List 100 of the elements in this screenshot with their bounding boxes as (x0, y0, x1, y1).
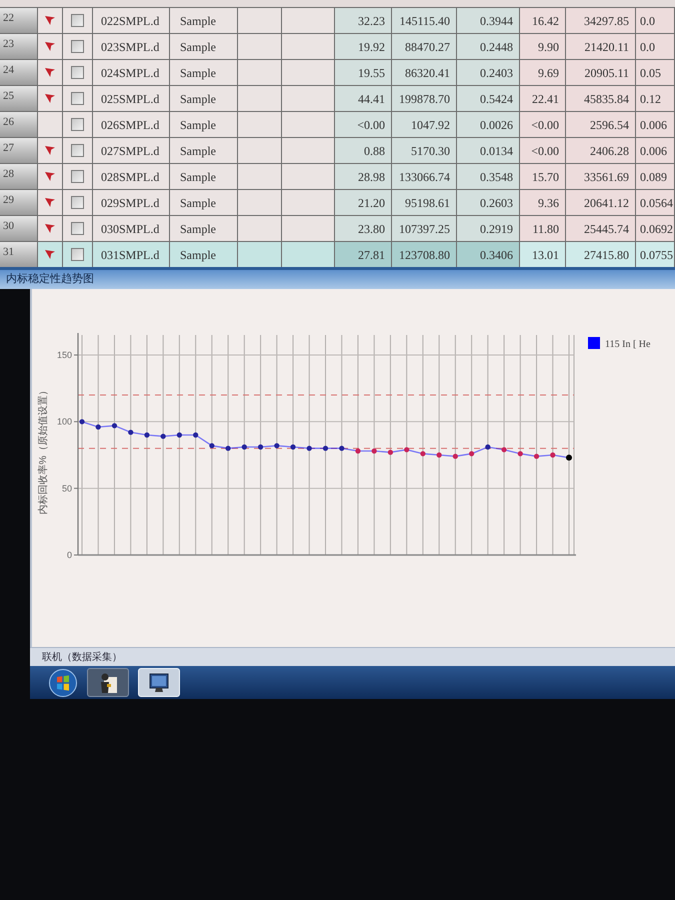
table-cell: 27.81 (335, 242, 392, 267)
table-cell: 20641.12 (566, 190, 636, 215)
start-button[interactable] (48, 668, 78, 698)
table-cell: 0.0 (636, 34, 675, 59)
table-cell: 23.80 (335, 216, 392, 241)
table-cell: 19.55 (335, 60, 392, 85)
checkbox[interactable] (71, 144, 84, 157)
figure-icon (99, 672, 117, 692)
table-cell: 44.41 (335, 86, 392, 111)
row-number: 28 (0, 164, 38, 189)
table-row[interactable]: 27 027SMPL.d Sample 0.88 5170.30 0.0134 <0.00 2406.28 0.006 (0, 137, 675, 163)
data-point (128, 430, 134, 435)
table-row[interactable]: 22 022SMPL.d Sample 32.23 145115.40 0.3944 16.42 34297.85 0.0 (0, 7, 675, 33)
table-cell: 21.20 (335, 190, 392, 215)
table-row[interactable]: 29 029SMPL.d Sample 21.20 95198.61 0.2603 9.36 20641.12 0.0564 (0, 189, 675, 215)
legend-label: 115 In [ He (605, 339, 650, 350)
table-cell: 2596.54 (566, 112, 636, 137)
table-cell: 0.0134 (457, 138, 520, 163)
table-cell: 88470.27 (392, 34, 457, 59)
data-point (322, 446, 328, 451)
table-cell: 0.2919 (457, 216, 520, 241)
data-point (306, 446, 312, 451)
table-row[interactable]: 31 031SMPL.d Sample 27.81 123708.80 0.3406 13.01 27415.80 0.0755 (0, 241, 675, 267)
row-number: 26 (0, 112, 38, 137)
data-point (534, 454, 540, 459)
table-cell: <0.00 (520, 112, 566, 137)
data-point (501, 447, 507, 452)
table-row[interactable]: 25 025SMPL.d Sample 44.41 199878.70 0.5424 22.41 45835.84 0.12 (0, 85, 675, 111)
axis-tick-label: 50 (62, 483, 72, 494)
table-cell: 32.23 (335, 8, 392, 33)
table-cell: 9.36 (520, 190, 566, 215)
table-cell: <0.00 (520, 138, 566, 163)
data-point (209, 443, 214, 448)
data-point (290, 444, 296, 450)
checkbox[interactable] (71, 92, 84, 105)
table-cell: 0.88 (335, 138, 392, 163)
data-point (160, 434, 166, 439)
table-cell: 0.05 (636, 60, 675, 85)
data-point (258, 444, 264, 450)
checkbox[interactable] (71, 66, 84, 79)
table-cell: 0.089 (636, 164, 675, 189)
table-row[interactable]: 28 028SMPL.d Sample 28.98 133066.74 0.3548 15.70 33561.69 0.089 (0, 163, 675, 189)
window-title: 内标稳定性趋势图 (6, 272, 94, 288)
table-cell: 27415.80 (566, 242, 636, 267)
table-cell: 0.3406 (457, 242, 520, 267)
data-point (144, 432, 150, 438)
status-text: 联机（数据采集） (42, 650, 122, 664)
row-number: 27 (0, 138, 38, 163)
data-point (79, 419, 85, 424)
table-cell: 0.2448 (457, 34, 520, 59)
axis-title: 内标回收率%（原始值设置） (38, 386, 49, 514)
table-cell: 0.2603 (457, 190, 520, 215)
data-point (518, 451, 523, 456)
data-point (452, 454, 458, 459)
data-point (176, 432, 182, 438)
table-cell: 1047.92 (392, 112, 457, 137)
table-cell: 9.69 (520, 60, 566, 85)
table-cell: 2406.28 (566, 138, 636, 163)
axis-tick-label: 100 (56, 416, 72, 427)
table-row[interactable]: 30 030SMPL.d Sample 23.80 107397.25 0.2919 11.80 25445.74 0.0692 (0, 215, 675, 241)
data-point (226, 446, 231, 451)
data-point (550, 452, 556, 458)
table-cell: 0.0692 (636, 216, 675, 241)
table-cell: 0.12 (636, 86, 675, 111)
checkbox[interactable] (71, 170, 84, 183)
table-cell: 33561.69 (566, 164, 636, 189)
data-point (372, 448, 377, 454)
table-cell: 0.006 (636, 112, 675, 137)
data-point (274, 443, 280, 448)
table-cell: 19.92 (335, 34, 392, 59)
table-cell: 107397.25 (392, 216, 457, 241)
row-number: 30 (0, 216, 38, 241)
table-cell: 0.2403 (457, 60, 520, 85)
table-cell: 11.80 (520, 216, 566, 241)
table-cell: 145115.40 (392, 8, 457, 33)
checkbox[interactable] (71, 222, 84, 235)
checkbox[interactable] (71, 248, 84, 261)
table-cell: 123708.80 (392, 242, 457, 267)
data-point (420, 451, 426, 456)
table-cell: 22.41 (520, 86, 566, 111)
table-row[interactable]: 23 023SMPL.d Sample 19.92 88470.27 0.2448 9.90 21420.11 0.0 (0, 33, 675, 59)
table-cell: 16.42 (520, 8, 566, 33)
table-row[interactable]: 26 026SMPL.d Sample <0.00 1047.92 0.0026 <0.00 2596.54 0.006 (0, 111, 675, 137)
data-point (339, 446, 344, 451)
table-cell: 86320.41 (392, 60, 457, 85)
data-point (96, 424, 101, 430)
table-cell: 95198.61 (392, 190, 457, 215)
orb-icon (49, 668, 77, 696)
checkbox[interactable] (71, 118, 84, 131)
taskbar-button[interactable] (87, 668, 129, 697)
checkbox[interactable] (71, 40, 84, 53)
table-cell: 25445.74 (566, 216, 636, 241)
table-cell: 0.5424 (457, 86, 520, 111)
row-number: 22 (0, 8, 38, 33)
checkbox[interactable] (71, 14, 84, 27)
monitor-icon (149, 672, 169, 692)
data-point (355, 448, 361, 454)
checkbox[interactable] (71, 196, 84, 209)
data-point (485, 444, 490, 450)
table-row[interactable]: 24 024SMPL.d Sample 19.55 86320.41 0.2403 9.69 20905.11 0.05 (0, 59, 675, 85)
